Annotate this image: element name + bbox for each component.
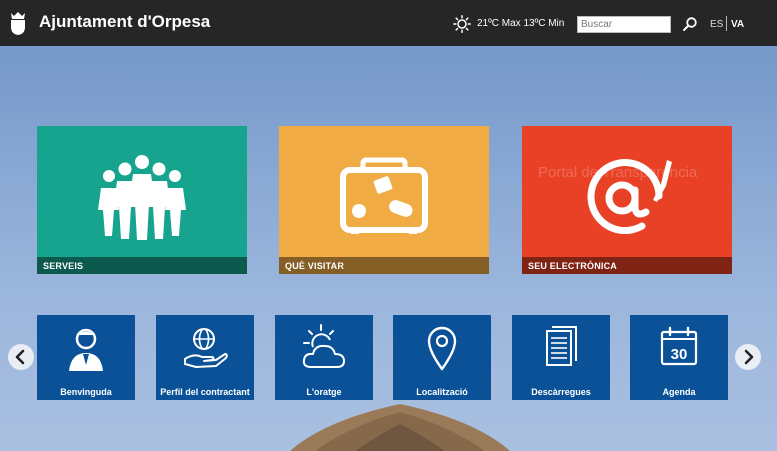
suitcase-icon (340, 157, 428, 234)
tile-serveis-label: SERVEIS (37, 257, 247, 274)
shortcut-agenda[interactable]: 30 Agenda (630, 315, 728, 400)
person-icon (69, 328, 103, 371)
sun-icon (453, 15, 471, 33)
carousel-next-button[interactable] (735, 344, 761, 370)
chevron-right-icon (744, 349, 754, 365)
sun-cloud-icon (302, 324, 345, 368)
map-pin-icon (427, 326, 457, 371)
at-sign-pen-icon (587, 159, 672, 235)
documents-icon (546, 326, 577, 366)
shortcut-agenda-label: Agenda (662, 387, 696, 397)
shortcut-benvinguda-label: Benvinguda (60, 387, 112, 397)
shortcut-descarregues[interactable]: Descàrregues (512, 315, 610, 400)
shortcut-oratge[interactable]: L'oratge (275, 315, 373, 400)
shortcut-perfil-contractant-label: Perfil del contractant (160, 387, 250, 397)
calendar-icon: 30 (660, 326, 698, 366)
shortcut-benvinguda[interactable]: Benvinguda (37, 315, 135, 400)
crown-shield-logo-icon[interactable] (8, 10, 28, 36)
chevron-left-icon (15, 349, 25, 365)
tile-que-visitar-label: QUÈ VISITAR (279, 257, 489, 274)
calendar-day-number: 30 (671, 346, 688, 363)
shortcut-localitzacio[interactable]: Localització (393, 315, 491, 400)
search-input[interactable] (577, 16, 671, 33)
globe-hand-icon (184, 328, 228, 368)
weather-forecast: 21ºC Max 13ºC Min (477, 18, 565, 29)
language-va-link[interactable]: VA (731, 19, 744, 30)
carousel-prev-button[interactable] (8, 344, 34, 370)
tile-que-visitar[interactable]: QUÈ VISITAR (279, 126, 489, 274)
tile-seu-electronica[interactable]: Portal de Transparencia SEU ELECTRÒNICA (522, 126, 732, 274)
language-es-link[interactable]: ES (710, 19, 723, 30)
tile-seu-electronica-label: SEU ELECTRÒNICA (522, 257, 732, 274)
shortcut-localitzacio-label: Localització (416, 387, 468, 397)
beach-umbrella-image (290, 404, 510, 451)
shortcut-perfil-contractant[interactable]: Perfil del contractant (156, 315, 254, 400)
site-title[interactable]: Ajuntament d'Orpesa (39, 12, 210, 32)
shortcut-oratge-label: L'oratge (306, 387, 342, 397)
people-group-icon (98, 155, 186, 240)
top-bar: Ajuntament d'Orpesa 21ºC Max 13ºC Min ES… (0, 0, 777, 46)
language-separator (726, 16, 727, 31)
tile-serveis[interactable]: SERVEIS (37, 126, 247, 274)
search-icon[interactable] (682, 16, 698, 32)
shortcut-descarregues-label: Descàrregues (531, 387, 591, 397)
